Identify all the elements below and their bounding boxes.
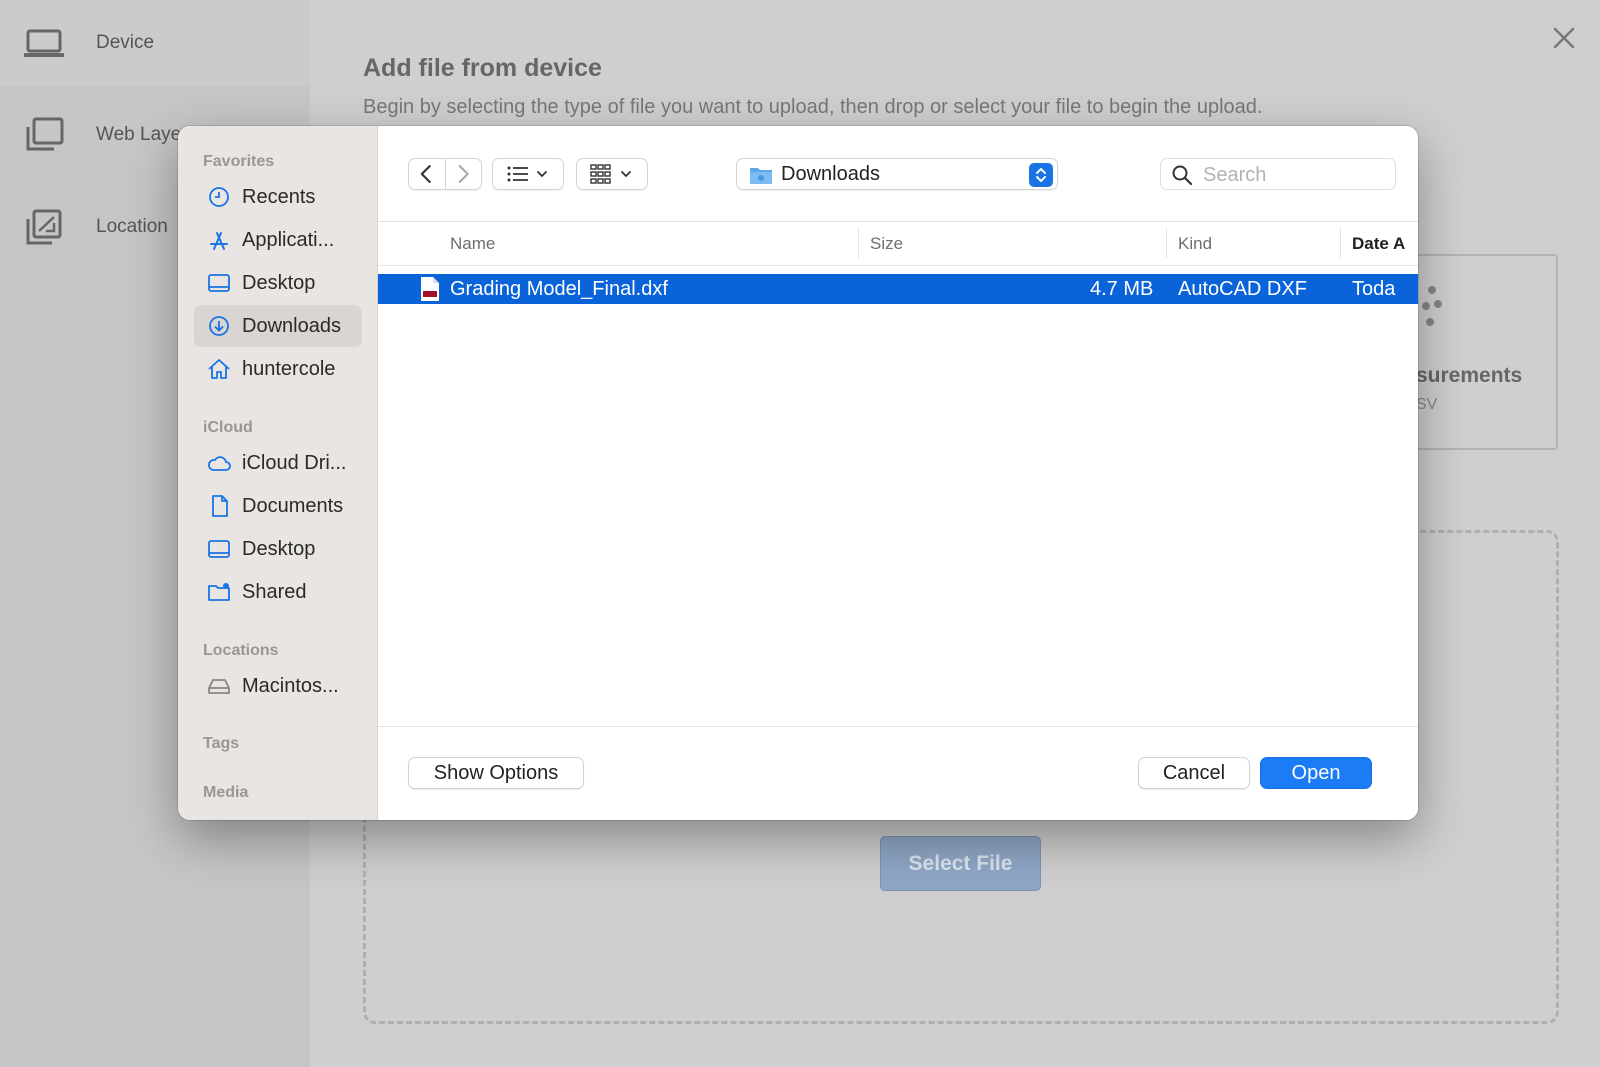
downloads-icon (209, 316, 229, 336)
column-date[interactable]: Date A (1352, 234, 1405, 254)
clock-icon (209, 187, 229, 207)
column-divider (1340, 228, 1341, 258)
show-options-button[interactable]: Show Options (408, 757, 584, 789)
open-file-dialog: Favorites Recents Applicati... Desktop D… (178, 126, 1418, 820)
cloud-icon (208, 456, 231, 471)
shared-folder-icon (208, 583, 230, 601)
file-name: Grading Model_Final.dxf (450, 278, 668, 300)
file-kind: AutoCAD DXF (1178, 278, 1307, 300)
desktop-icon (208, 274, 230, 292)
page-subtitle: Begin by selecting the type of file you … (363, 96, 1263, 118)
close-icon[interactable] (1552, 26, 1576, 50)
sidebar-item-home[interactable]: huntercole (194, 348, 362, 390)
sidebar-item-desktop[interactable]: Desktop (194, 262, 362, 304)
cancel-button[interactable]: Cancel (1138, 757, 1250, 789)
table-row[interactable]: Grading Model_Final.dxf 4.7 MB AutoCAD D… (378, 274, 1418, 304)
nav-label: Device (96, 32, 155, 53)
sidebar-item-label: Shared (242, 580, 307, 603)
sidebar-section-icloud: iCloud (203, 419, 253, 436)
sidebar-section-media[interactable]: Media (203, 784, 248, 802)
file-type-card-title: surements (1416, 364, 1523, 387)
column-kind[interactable]: Kind (1178, 234, 1212, 254)
back-forward-group (408, 158, 482, 190)
sidebar-section-tags[interactable]: Tags (203, 735, 239, 753)
search-placeholder: Search (1203, 164, 1267, 186)
sidebar-item-label: Macintos... (242, 674, 339, 697)
group-view-button[interactable] (576, 158, 648, 190)
sidebar-item-label: Downloads (242, 314, 341, 337)
location-popup[interactable]: Downloads (736, 158, 1058, 190)
back-icon[interactable] (409, 159, 445, 189)
search-field[interactable]: Search (1160, 158, 1396, 190)
column-size[interactable]: Size (870, 234, 903, 254)
dialog-content: Downloads Search Name Size Kind Date A G… (378, 126, 1418, 820)
layers-icon (26, 117, 64, 151)
sidebar-item-icloud-desktop[interactable]: Desktop (194, 528, 362, 570)
nav-label: Location (96, 216, 168, 237)
column-name[interactable]: Name (450, 234, 495, 254)
sidebar-item-label: Documents (242, 494, 344, 517)
file-size: 4.7 MB (1090, 278, 1154, 300)
sidebar-item-label: Recents (242, 185, 316, 208)
dialog-sidebar: Favorites Recents Applicati... Desktop D… (178, 126, 378, 820)
grid-view-icon (590, 164, 631, 184)
page-title: Add file from device (363, 54, 602, 82)
dialog-toolbar: Downloads Search (378, 126, 1418, 222)
dialog-footer: Show Options Cancel Open (378, 726, 1418, 820)
sidebar-item-documents[interactable]: Documents (194, 485, 362, 527)
applications-icon (210, 232, 228, 250)
column-divider (1166, 228, 1167, 258)
nav-label: Web Laye (96, 124, 182, 145)
desktop-icon (208, 540, 230, 558)
popup-stepper-icon (1029, 163, 1053, 187)
list-view-icon (507, 166, 547, 182)
forward-icon[interactable] (445, 159, 481, 189)
search-icon (1172, 165, 1193, 186)
disk-icon (208, 679, 230, 694)
home-icon (208, 359, 230, 379)
sidebar-item-label: Applicati... (242, 228, 335, 251)
column-divider (858, 228, 859, 258)
document-icon (212, 495, 228, 517)
sidebar-item-macintosh-hd[interactable]: Macintos... (194, 665, 362, 707)
location-layers-icon (26, 209, 62, 245)
laptop-icon (24, 29, 64, 57)
open-button[interactable]: Open (1260, 757, 1372, 789)
location-label: Downloads (781, 163, 880, 185)
folder-icon (750, 168, 772, 184)
sidebar-item-downloads[interactable]: Downloads (194, 305, 362, 347)
file-date: Toda (1352, 278, 1396, 300)
sidebar-item-shared[interactable]: Shared (194, 571, 362, 613)
sidebar-item-label: iCloud Dri... (242, 451, 347, 474)
sidebar-item-label: Desktop (242, 271, 316, 294)
sidebar-section-favorites: Favorites (203, 153, 275, 170)
select-file-button[interactable]: Select File (880, 836, 1041, 891)
file-type-card-subtitle: SV (1416, 396, 1438, 413)
sidebar-item-applications[interactable]: Applicati... (194, 219, 362, 261)
sidebar-item-recents[interactable]: Recents (194, 176, 362, 218)
sidebar-item-label: Desktop (242, 537, 316, 560)
nav-item-device[interactable]: Device (0, 0, 310, 86)
sidebar-section-locations: Locations (203, 642, 279, 659)
list-view-button[interactable] (492, 158, 564, 190)
column-header: Name Size Kind Date A (378, 222, 1418, 266)
dxf-file-icon (421, 277, 439, 301)
sidebar-item-icloud-drive[interactable]: iCloud Dri... (194, 442, 362, 484)
sidebar-item-label: huntercole (242, 357, 336, 380)
